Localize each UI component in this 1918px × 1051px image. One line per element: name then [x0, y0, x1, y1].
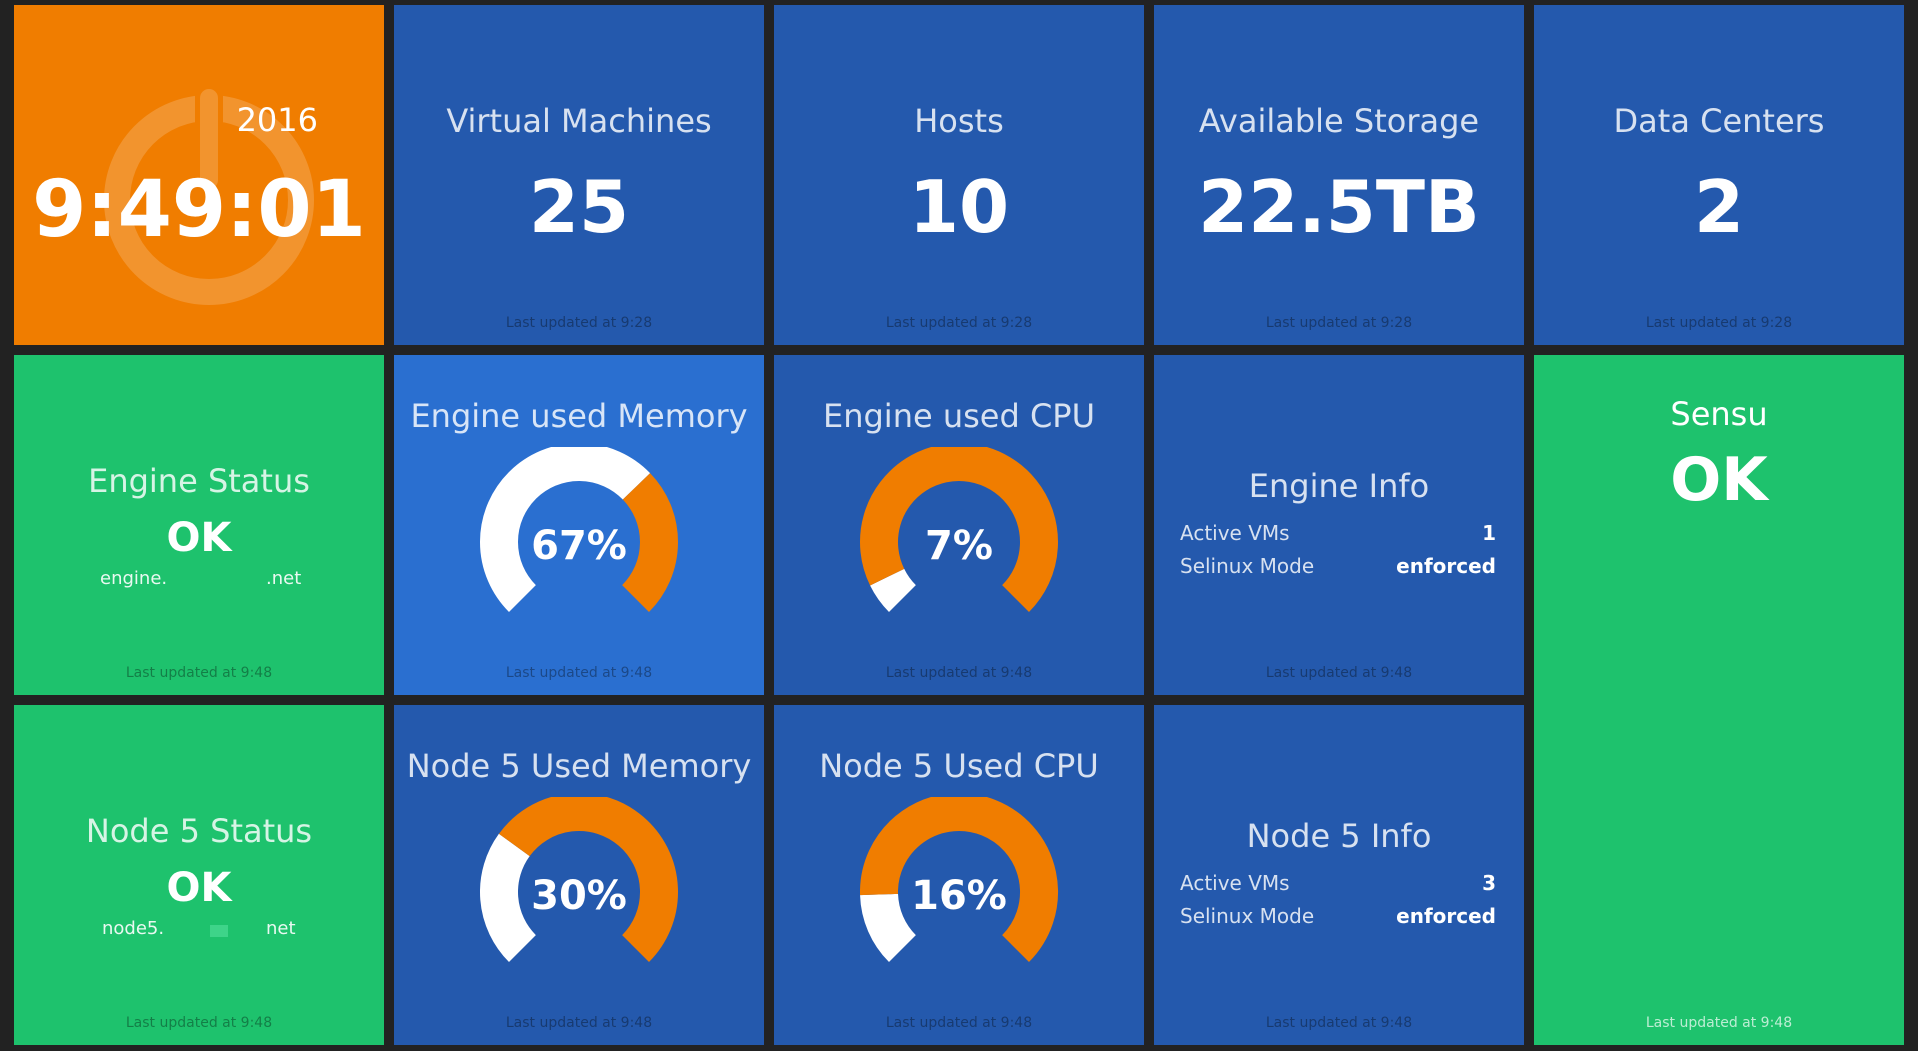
clock-time: 9:49:01 — [32, 165, 366, 255]
widget-title: Sensu — [1670, 395, 1768, 433]
last-updated: Last updated at 9:48 — [1265, 665, 1413, 681]
engine-status-widget: Engine Status OK engine. .net Last updat… — [14, 355, 384, 695]
host-suffix: .net — [266, 568, 302, 589]
info-row-active-vms: Active VMs 1 — [1180, 521, 1496, 551]
data-centers-widget: Data Centers 2 Last updated at 9:28 — [1534, 5, 1904, 345]
widget-title: Data Centers — [1613, 102, 1825, 140]
widget-title: Node 5 Used CPU — [819, 747, 1099, 785]
last-updated: Last updated at 9:48 — [505, 665, 653, 681]
info-row-selinux-mode: Selinux Mode enforced — [1180, 904, 1496, 934]
host-name: node5. net — [14, 918, 384, 942]
node5-status-widget: Node 5 Status OK node5. net Last updated… — [14, 705, 384, 1045]
gauge-percent: 7% — [925, 523, 993, 569]
node5-memory-widget: Node 5 Used Memory 30% Last updated at 9… — [394, 705, 764, 1045]
info-value: 1 — [1482, 521, 1496, 545]
node5-info-widget: Node 5 Info Active VMs 3 Selinux Mode en… — [1154, 705, 1524, 1045]
widget-value: 25 — [528, 165, 630, 249]
last-updated: Last updated at 9:48 — [1645, 1015, 1793, 1031]
engine-memory-widget: Engine used Memory 67% Last updated at 9… — [394, 355, 764, 695]
host-prefix: node5. — [102, 918, 165, 939]
info-row-selinux-mode: Selinux Mode enforced — [1180, 554, 1496, 584]
widget-title: Engine Info — [1248, 467, 1430, 505]
info-key: Active VMs — [1180, 521, 1290, 545]
last-updated: Last updated at 9:48 — [505, 1015, 653, 1031]
widget-value: 10 — [908, 165, 1010, 249]
gauge-percent: 67% — [531, 523, 627, 569]
hosts-widget: Hosts 10 Last updated at 9:28 — [774, 5, 1144, 345]
node5-cpu-widget: Node 5 Used CPU 16% Last updated at 9:48 — [774, 705, 1144, 1045]
info-row-active-vms: Active VMs 3 — [1180, 871, 1496, 901]
sensu-widget: Sensu OK Last updated at 9:48 — [1534, 355, 1904, 1045]
clock-year: 2016 — [236, 101, 318, 139]
info-key: Selinux Mode — [1180, 904, 1315, 928]
host-prefix: engine. — [100, 568, 168, 589]
gauge-percent: 30% — [531, 873, 627, 919]
dashboard: 2016 9:49:01 Virtual Machines 25 Last up… — [0, 0, 1918, 1051]
widget-title: Node 5 Status — [85, 812, 313, 850]
widget-title: Engine used Memory — [410, 397, 748, 435]
clock-widget: 2016 9:49:01 — [14, 5, 384, 345]
virtual-machines-widget: Virtual Machines 25 Last updated at 9:28 — [394, 5, 764, 345]
info-value: enforced — [1396, 904, 1496, 928]
redacted-text — [210, 925, 228, 937]
gauge-percent: 16% — [911, 873, 1007, 919]
last-updated: Last updated at 9:48 — [125, 665, 273, 681]
widget-title: Virtual Machines — [446, 102, 712, 140]
widget-title: Node 5 Info — [1246, 817, 1432, 855]
last-updated: Last updated at 9:48 — [1265, 1015, 1413, 1031]
engine-info-widget: Engine Info Active VMs 1 Selinux Mode en… — [1154, 355, 1524, 695]
widget-title: Hosts — [914, 102, 1004, 140]
widget-title: Available Storage — [1198, 102, 1480, 140]
widget-title: Engine used CPU — [822, 397, 1096, 435]
last-updated: Last updated at 9:28 — [885, 315, 1033, 331]
last-updated: Last updated at 9:48 — [885, 665, 1033, 681]
info-value: 3 — [1482, 871, 1496, 895]
widget-value: 22.5TB — [1198, 165, 1480, 249]
status-badge: OK — [1670, 445, 1768, 515]
status-badge: OK — [166, 865, 232, 911]
widget-title: Engine Status — [88, 462, 310, 500]
info-value: enforced — [1396, 554, 1496, 578]
gauge-used-arc — [870, 568, 917, 613]
available-storage-widget: Available Storage 22.5TB Last updated at… — [1154, 5, 1524, 345]
last-updated: Last updated at 9:48 — [885, 1015, 1033, 1031]
status-badge: OK — [166, 515, 232, 561]
host-name: engine. .net — [14, 568, 384, 592]
info-key: Selinux Mode — [1180, 554, 1315, 578]
widget-value: 2 — [1693, 165, 1745, 249]
info-key: Active VMs — [1180, 871, 1290, 895]
last-updated: Last updated at 9:28 — [1265, 315, 1413, 331]
last-updated: Last updated at 9:28 — [1645, 315, 1793, 331]
last-updated: Last updated at 9:28 — [505, 315, 653, 331]
last-updated: Last updated at 9:48 — [125, 1015, 273, 1031]
host-suffix: net — [266, 918, 296, 939]
widget-title: Node 5 Used Memory — [406, 747, 752, 785]
engine-cpu-widget: Engine used CPU 7% Last updated at 9:48 — [774, 355, 1144, 695]
